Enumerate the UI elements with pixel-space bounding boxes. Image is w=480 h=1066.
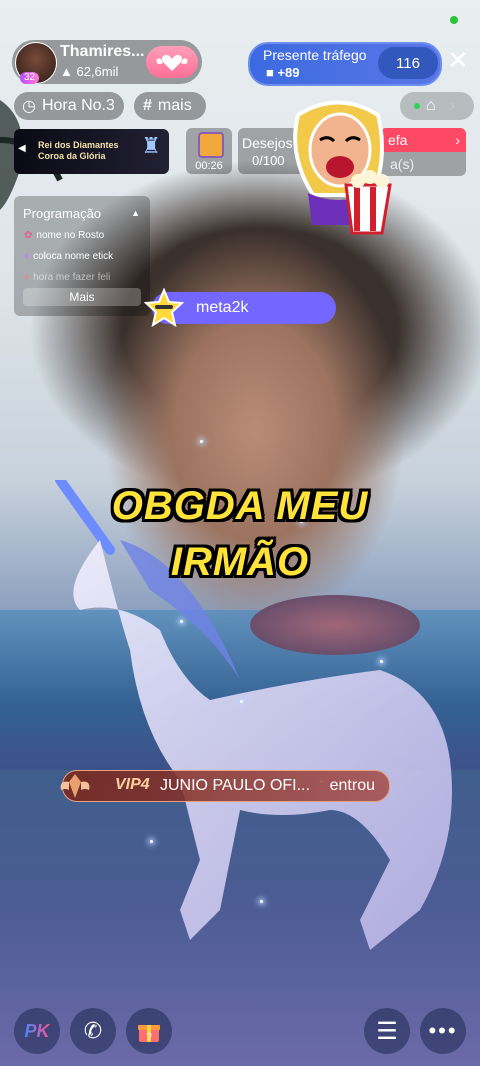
call-button[interactable]: ✆ (70, 1008, 116, 1054)
schedule-item-label: nome no Rosto (36, 230, 105, 241)
schedule-item[interactable]: ♦ coloca nome etick (24, 251, 113, 262)
entry-action: entrou (329, 777, 375, 794)
host-info[interactable]: 32 Thamires... ▲ 62,6mil (12, 40, 202, 84)
gift-traffic-bonus-value: +89 (277, 65, 300, 80)
home-icon: ⌂ (426, 97, 436, 114)
banner-line1: Rei dos Diamantes (38, 140, 119, 150)
hamburger-icon: ☰ (376, 1017, 398, 1045)
treasure-timer: 00:26 (195, 160, 223, 172)
schedule-item[interactable]: ✿ nome no Rosto (24, 230, 104, 241)
pk-label: PK (24, 1020, 50, 1041)
gift-button[interactable]: ? (126, 1008, 172, 1054)
gift-traffic-bonus: ■ +89 (266, 65, 300, 80)
svg-text:?: ? (146, 1032, 152, 1043)
rose-icon: ✿ (24, 230, 33, 241)
follow-button[interactable] (146, 46, 198, 78)
pk-button[interactable]: PK (14, 1008, 60, 1054)
popcorn-laugh-sticker (293, 100, 392, 235)
vip-level: VIP4 (115, 776, 150, 793)
star-icon (144, 288, 184, 328)
gift-icon: ♦ (24, 272, 30, 283)
more-dots-icon: ••• (428, 1018, 458, 1043)
caption-line2: IRMÃO (170, 540, 310, 584)
schedule-more-button[interactable]: Mais (23, 288, 141, 306)
gift-traffic-title: Presente tráfego (263, 47, 367, 63)
notification-user: meta2k (196, 299, 249, 316)
host-followers: ▲ 62,6mil (60, 64, 118, 79)
online-dot (414, 103, 420, 109)
treasure-box[interactable]: 00:26 (186, 128, 232, 174)
user-icon: ■ (266, 65, 278, 80)
schedule-title: Programação (23, 206, 102, 221)
host-level-badge: 32 (20, 72, 40, 84)
schedule-panel[interactable]: Programação ▲ ✿ nome no Rosto ♦ coloca nom… (14, 196, 150, 316)
host-name: Thamires... (60, 43, 145, 60)
user-join-notification[interactable]: meta2k (144, 288, 336, 328)
hashtag-label: mais (157, 97, 192, 114)
hour-rank-tag[interactable]: ◷ Hora No.3 (14, 92, 124, 120)
chevron-left-icon: ◀ (18, 143, 26, 154)
gift-icon: ♦ (24, 251, 30, 262)
hashtag-more[interactable]: # mais (134, 92, 206, 120)
crown-icon: ♜ (141, 133, 161, 158)
flame-icon: ▲ (60, 64, 77, 79)
entry-user: JUNIO PAULO OFI... (160, 777, 310, 794)
status-dot (450, 16, 458, 24)
viewer-count[interactable]: 116 (378, 47, 438, 79)
banner-line2: Coroa da Glória (38, 151, 106, 161)
hour-rank-label: Hora No.3 (41, 97, 115, 114)
vip-wings-icon (60, 774, 90, 798)
followers-count: 62,6mil (76, 64, 119, 79)
menu-button[interactable]: ☰ (364, 1008, 410, 1054)
chevron-right-icon: › (449, 97, 455, 114)
caret-up-icon: ▲ (131, 208, 140, 218)
phone-call-icon: ✆ (83, 1018, 103, 1043)
schedule-item-label: coloca nome etick (33, 251, 114, 262)
treasure-chest-icon (198, 132, 224, 158)
gift-traffic-panel[interactable]: Presente tráfego ■ +89 116 (248, 42, 442, 86)
gift-box-icon: ? (138, 1025, 160, 1043)
schedule-item[interactable]: ♦ hora me fazer feli (24, 272, 110, 283)
clock-icon: ◷ (22, 98, 36, 115)
vip-entry-banner: VIP4 JUNIO PAULO OFI... entrou (60, 770, 390, 802)
chevron-right-icon: › (455, 132, 460, 148)
hashtag-icon: # (143, 97, 152, 114)
close-icon[interactable]: ✕ (446, 47, 470, 73)
caption-line1: OBGDA MEU (111, 484, 369, 528)
event-banner[interactable]: ◀ Rei dos Diamantes Coroa da Glória ♜ (14, 129, 169, 174)
heart-wings-icon (156, 54, 188, 71)
more-button[interactable]: ••• (420, 1008, 466, 1054)
schedule-item-label: hora me fazer feli (33, 272, 111, 283)
